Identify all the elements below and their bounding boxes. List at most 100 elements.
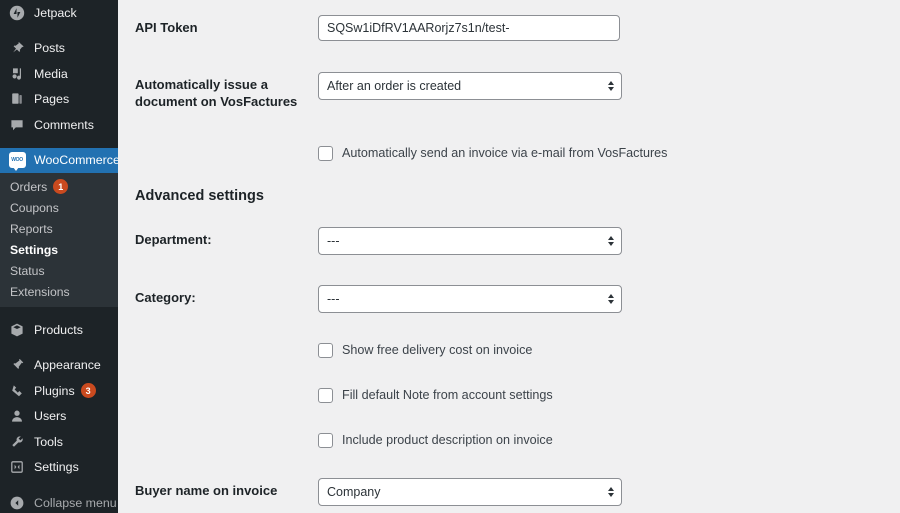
chevron-updown-icon [608, 293, 614, 304]
sidebar-item-label: Plugins [34, 383, 75, 398]
submenu-item-label: Coupons [10, 200, 59, 215]
sidebar-item-settings[interactable]: Settings [0, 455, 118, 481]
auto-issue-select[interactable]: After an order is created [318, 71, 622, 100]
row-buyer-name: Buyer name on invoice Company [118, 463, 900, 513]
fill-default-note-cell: Fill default Note from account settings [308, 373, 900, 418]
row-include-product-description: Include product description on invoice [118, 418, 900, 463]
include-product-description-checkbox[interactable] [318, 432, 333, 448]
buyer-name-cell: Company [308, 463, 900, 513]
sidebar-item-label: Tools [34, 434, 63, 449]
pages-icon [8, 90, 26, 108]
sidebar-item-products[interactable]: Products [0, 317, 118, 343]
collapse-arrow-icon [8, 494, 26, 512]
row-category: Category: --- [118, 270, 900, 328]
submenu-item-label: Extensions [10, 284, 70, 299]
menu-separator [0, 26, 118, 36]
media-icon [8, 65, 26, 83]
sidebar-item-label: Users [34, 409, 67, 424]
chevron-updown-icon [608, 235, 614, 246]
row-department: Department: --- [118, 212, 900, 270]
sidebar-item-label: Comments [34, 117, 94, 132]
buyer-name-label: Buyer name on invoice [135, 482, 278, 498]
settings-gear-icon [8, 458, 26, 476]
users-icon [8, 407, 26, 425]
auto-issue-label: Automatically issue a document on VosFac… [135, 76, 298, 109]
sidebar-item-posts[interactable]: Posts [0, 36, 118, 62]
submenu-item-label: Status [10, 263, 45, 278]
sidebar-item-users[interactable]: Users [0, 404, 118, 430]
show-free-delivery-checkbox-row[interactable]: Show free delivery cost on invoice [318, 342, 890, 358]
sidebar-item-label: Jetpack [34, 5, 77, 20]
fill-default-note-label: Fill default Note from account settings [342, 388, 553, 403]
auto-issue-selected-value: After an order is created [327, 78, 462, 93]
submenu-item-coupons[interactable]: Coupons [0, 197, 118, 218]
menu-separator [0, 343, 118, 353]
api-token-cell [308, 0, 900, 56]
department-select[interactable]: --- [318, 226, 622, 255]
buyer-name-select[interactable]: Company [318, 477, 622, 506]
auto-send-email-label: Automatically send an invoice via e-mail… [342, 146, 668, 161]
submenu-item-label: Reports [10, 221, 53, 236]
auto-send-email-checkbox[interactable] [318, 145, 333, 161]
include-product-description-checkbox-row[interactable]: Include product description on invoice [318, 432, 890, 448]
sidebar-item-media[interactable]: Media [0, 61, 118, 87]
tools-icon [8, 433, 26, 451]
woocommerce-icon: WOO [8, 151, 26, 172]
sidebar-item-tools[interactable]: Tools [0, 429, 118, 455]
auto-send-email-checkbox-row[interactable]: Automatically send an invoice via e-mail… [318, 145, 890, 161]
row-show-free-delivery: Show free delivery cost on invoice [118, 328, 900, 373]
fill-default-note-checkbox[interactable] [318, 387, 333, 403]
department-label: Department: [135, 231, 212, 247]
row-auto-issue-document: Automatically issue a document on VosFac… [118, 57, 900, 131]
sidebar-item-label: Settings [34, 460, 79, 475]
sidebar-item-woocommerce[interactable]: WOO WooCommerce [0, 147, 118, 173]
orders-count-badge: 1 [53, 179, 69, 194]
submenu-item-settings[interactable]: Settings [0, 239, 118, 260]
plugins-icon [8, 382, 26, 400]
category-select[interactable]: --- [318, 284, 622, 313]
submenu-item-orders[interactable]: Orders 1 [0, 176, 118, 197]
fill-default-note-checkbox-row[interactable]: Fill default Note from account settings [318, 387, 890, 403]
sidebar-item-label: Media [34, 66, 68, 81]
menu-separator [0, 307, 118, 317]
products-icon [8, 321, 26, 339]
auto-issue-cell: After an order is created [308, 57, 900, 115]
row-fill-default-note: Fill default Note from account settings [118, 373, 900, 418]
show-free-delivery-checkbox[interactable] [318, 342, 333, 358]
chevron-updown-icon [608, 80, 614, 91]
menu-separator [0, 480, 118, 490]
sidebar-item-jetpack[interactable]: Jetpack [0, 0, 118, 26]
include-product-description-cell: Include product description on invoice [308, 418, 900, 463]
show-free-delivery-cell: Show free delivery cost on invoice [308, 328, 900, 373]
jetpack-icon [8, 4, 26, 22]
plugins-count-badge: 3 [80, 383, 96, 399]
sidebar-item-appearance[interactable]: Appearance [0, 353, 118, 379]
advanced-settings-heading: Advanced settings [135, 187, 264, 204]
show-free-delivery-label: Show free delivery cost on invoice [342, 343, 533, 358]
sidebar-item-comments[interactable]: Comments [0, 112, 118, 138]
show-free-delivery-spacer [118, 328, 308, 368]
admin-sidebar: Jetpack Posts Media Pages Comments WOO W… [0, 0, 118, 513]
submenu-item-reports[interactable]: Reports [0, 218, 118, 239]
department-selected-value: --- [327, 233, 340, 248]
submenu-item-status[interactable]: Status [0, 260, 118, 281]
submenu-item-extensions[interactable]: Extensions [0, 281, 118, 302]
auto-send-email-cell: Automatically send an invoice via e-mail… [308, 131, 900, 176]
api-token-input[interactable] [318, 15, 620, 41]
fill-default-note-spacer [118, 373, 308, 413]
row-auto-send-email: Automatically send an invoice via e-mail… [118, 131, 900, 176]
buyer-name-selected-value: Company [327, 484, 381, 499]
submenu-item-label: Settings [10, 242, 59, 257]
settings-form-table: API Token Automatically issue a document… [118, 0, 900, 513]
include-product-description-label: Include product description on invoice [342, 433, 553, 448]
sidebar-item-pages[interactable]: Pages [0, 87, 118, 113]
comments-icon [8, 116, 26, 134]
row-api-token: API Token [118, 0, 900, 57]
chevron-updown-icon [608, 486, 614, 497]
category-selected-value: --- [327, 291, 340, 306]
collapse-menu-button[interactable]: Collapse menu [0, 490, 118, 513]
sidebar-item-plugins[interactable]: Plugins 3 [0, 378, 118, 404]
category-label: Category: [135, 289, 196, 305]
woocommerce-submenu: Orders 1 Coupons Reports Settings Status… [0, 173, 118, 307]
collapse-menu-label: Collapse menu [34, 495, 117, 510]
